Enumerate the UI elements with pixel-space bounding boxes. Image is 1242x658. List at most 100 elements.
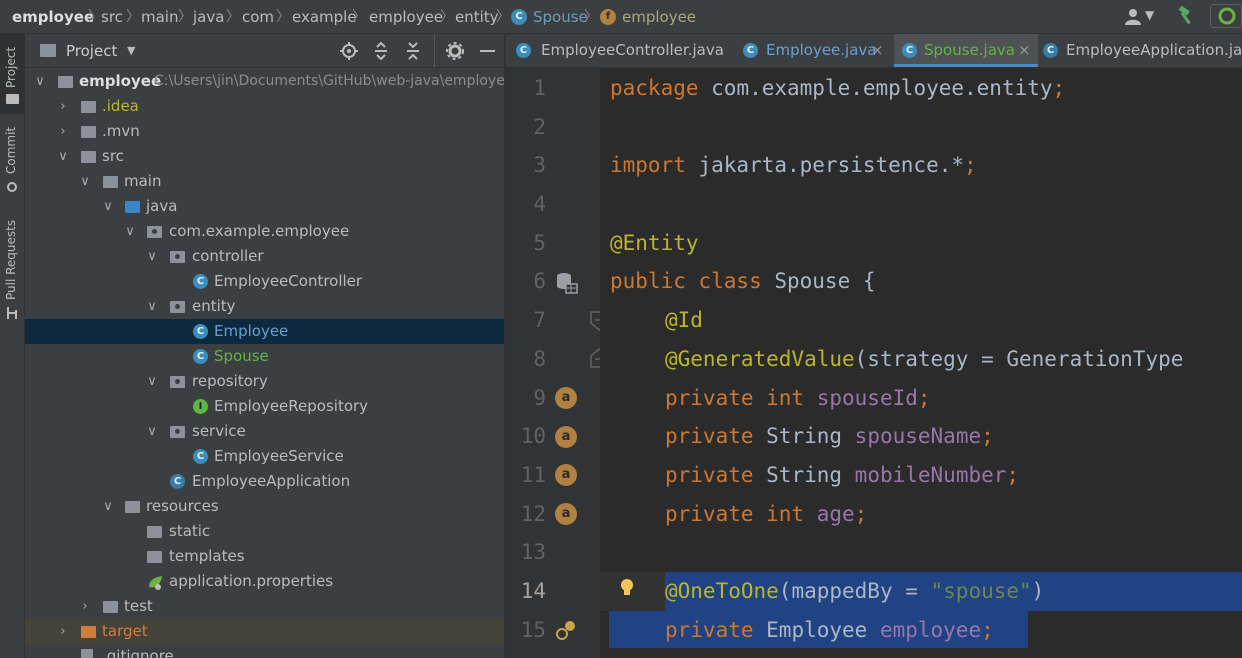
expand-all-icon[interactable] [373,41,389,61]
tree-item-java[interactable]: ∨ java [25,194,504,219]
tree-item-employee-controller[interactable]: C EmployeeController [25,269,504,294]
build-hammer-icon[interactable] [1176,5,1196,26]
chevron-down-icon[interactable]: ▼ [127,34,135,68]
locate-icon[interactable] [340,42,358,60]
tree-item-gitignore[interactable]: .gitignore [25,644,504,658]
line-number: 13 [520,540,546,564]
tree-item-main[interactable]: ∨ main [25,169,504,194]
tree-item-label: entity [192,297,236,315]
tree-item-mvn[interactable]: › .mvn [25,119,504,144]
tree-item-label: service [192,422,246,440]
tree-item-static[interactable]: static [25,519,504,544]
tree-item-label: templates [169,547,245,565]
code-annotation: @GeneratedValue [665,347,855,371]
code-line-8[interactable]: @GeneratedValue(strategy = GenerationTyp… [665,340,1183,378]
chevron-down-icon[interactable]: ∨ [145,244,159,269]
minimize-icon[interactable] [480,50,495,52]
project-panel-title[interactable]: Project [66,34,117,68]
tree-item-src[interactable]: ∨ src [25,144,504,169]
chevron-down-icon[interactable]: ∨ [78,169,92,194]
tree-item-templates[interactable]: templates [25,544,504,569]
folder-icon [81,126,96,138]
field-badge-icon[interactable]: a [555,426,577,448]
chevron-down-icon[interactable]: ∨ [101,194,115,219]
tree-item-employee-service[interactable]: C EmployeeService [25,444,504,469]
code-line-15[interactable]: private Employee employee; [665,611,994,649]
tree-item-employee-class[interactable]: C Employee [25,319,504,344]
tab-employee-application[interactable]: C EmployeeApplication.java [1043,34,1242,67]
breadcrumb-java[interactable]: java [193,0,224,34]
code-line-5[interactable]: @Entity [610,224,699,262]
chevron-down-icon[interactable]: ∨ [56,144,70,169]
code-line-14[interactable]: @OneToOne(mappedBy = "spouse") [665,572,1044,610]
commit-tool-tab[interactable]: Commit [0,120,25,200]
code-line-3[interactable]: import jakarta.persistence.*; [610,146,977,184]
tree-item-service[interactable]: ∨ service [25,419,504,444]
code-line-10[interactable]: private String spouseName; [665,417,994,455]
tree-item-target[interactable]: › target [25,619,504,644]
chevron-right-icon[interactable]: › [56,119,70,144]
line-number: 1 [533,76,546,100]
class-icon: C [193,274,208,289]
tree-item-path: C:\Users\jin\Documents\GitHub\web-java\e… [154,73,514,89]
code-line-6[interactable]: public class Spouse { [610,262,876,300]
breadcrumb-employee-package[interactable]: employee [369,0,443,34]
code-line-9[interactable]: private int spouseId; [665,379,931,417]
field-badge-icon[interactable]: a [555,464,577,486]
close-icon[interactable]: × [871,34,884,67]
resources-folder-icon [125,501,140,513]
project-tool-tab[interactable]: Project [0,34,25,114]
breadcrumb-project[interactable]: employee [12,0,94,34]
tree-item-entity[interactable]: ∨ entity [25,294,504,319]
close-icon[interactable]: × [1018,34,1031,67]
tree-item-package[interactable]: ∨ com.example.employee [25,219,504,244]
tree-item-resources[interactable]: ∨ resources [25,494,504,519]
breadcrumb-example[interactable]: example [292,0,357,34]
tree-item-spouse-class[interactable]: C Spouse [25,344,504,369]
breadcrumb-spouse-class[interactable]: Spouse [533,0,588,34]
tab-employee-controller[interactable]: C EmployeeController.java [516,34,736,67]
chevron-right-icon[interactable]: › [78,594,92,619]
relation-icon[interactable] [555,619,577,641]
code-line-7[interactable]: @Id [665,301,703,339]
tab-spouse[interactable]: C Spouse.java × [894,34,1038,67]
breadcrumb-com[interactable]: com [242,0,274,34]
code-line-1[interactable]: package com.example.employee.entity; [610,69,1065,107]
chevron-down-icon[interactable]: ∨ [33,69,47,94]
source-folder-icon [125,201,140,213]
chevron-down-icon[interactable]: ∨ [145,369,159,394]
chevron-down-icon[interactable]: ∨ [145,419,159,444]
chevron-right-icon[interactable]: › [56,619,70,644]
tree-item-employee-repository[interactable]: I EmployeeRepository [25,394,504,419]
field-badge-icon[interactable]: a [555,503,577,525]
tab-employee[interactable]: C Employee.java × [743,34,893,67]
tree-item-repository[interactable]: ∨ repository [25,369,504,394]
gear-icon[interactable] [446,42,464,60]
user-icon[interactable] [1124,8,1142,26]
run-config-selector[interactable] [1210,4,1242,28]
tree-item-employee-application[interactable]: C EmployeeApplication [25,469,504,494]
breadcrumb-employee-field[interactable]: employee [622,0,696,34]
tree-item-controller[interactable]: ∨ controller [25,244,504,269]
database-table-icon[interactable] [556,272,578,294]
tree-item-idea[interactable]: › .idea [25,94,504,119]
breadcrumb-entity[interactable]: entity [455,0,499,34]
chevron-down-icon[interactable]: ∨ [101,494,115,519]
breadcrumb-src[interactable]: src [101,0,123,34]
chevron-down-icon[interactable]: ▼ [1145,8,1154,22]
breadcrumb-main[interactable]: main [141,0,178,34]
tree-item-application-properties[interactable]: application.properties [25,569,504,594]
tree-item-test[interactable]: › test [25,594,504,619]
collapse-all-icon[interactable] [405,42,421,60]
code-line-11[interactable]: private String mobileNumber; [665,456,1019,494]
field-badge-icon[interactable]: a [555,387,577,409]
chevron-right-icon[interactable]: › [56,94,70,119]
chevron-down-icon[interactable]: ∨ [145,294,159,319]
tree-item-employee-root[interactable]: ∨ employee C:\Users\jin\Documents\GitHub… [25,69,513,94]
pull-requests-tool-tab[interactable]: Pull Requests [0,220,25,330]
code-line-12[interactable]: private int age; [665,495,867,533]
chevron-down-icon[interactable]: ∨ [123,219,137,244]
lightbulb-icon[interactable] [619,578,635,598]
folder-icon [81,101,96,113]
code-keyword: private [665,424,754,448]
